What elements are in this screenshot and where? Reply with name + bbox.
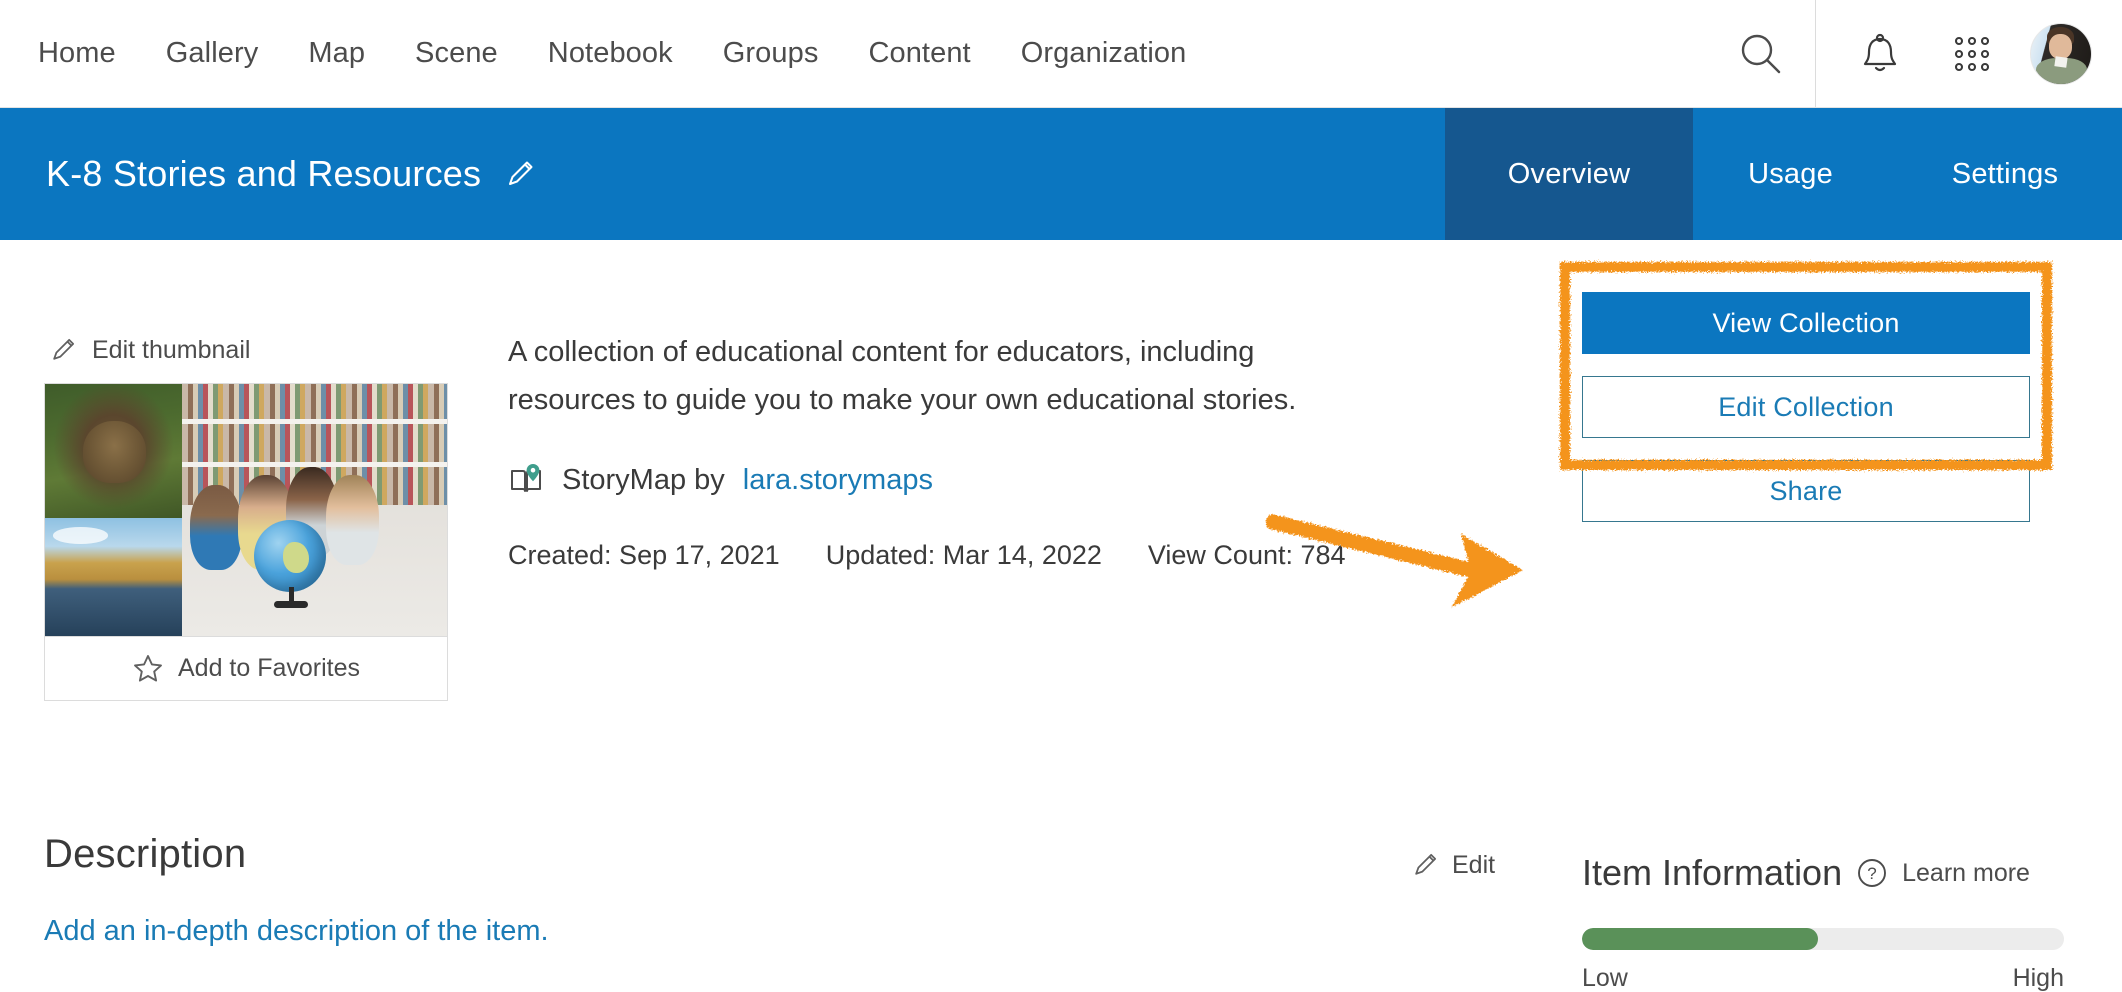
item-type-row: StoryMap by lara.storymaps <box>508 462 1388 498</box>
thumbnail-card: Add to Favorites <box>44 383 448 701</box>
item-header-bar: K-8 Stories and Resources Overview Usage… <box>0 108 2122 240</box>
pencil-icon <box>503 157 537 191</box>
item-overview-page: Home Gallery Map Scene Notebook Groups C… <box>0 0 2122 992</box>
item-summary-column: A collection of educational content for … <box>508 328 1388 571</box>
created-date: Created: Sep 17, 2021 <box>508 540 780 571</box>
nav-link-content[interactable]: Content <box>868 37 970 70</box>
thumbnail-column: Edit thumbnail <box>44 335 448 701</box>
nav-link-notebook[interactable]: Notebook <box>548 37 673 70</box>
item-summary-line-2: resources to guide you to make your own … <box>508 376 1388 424</box>
item-type-label: StoryMap by <box>562 464 725 497</box>
item-information-header: Item Information ? Learn more <box>1582 852 2072 894</box>
search-icon <box>1738 31 1784 77</box>
item-information-progress-fill <box>1582 928 1818 950</box>
edit-description-button[interactable]: Edit <box>1410 850 1495 880</box>
nav-divider <box>1815 0 1816 107</box>
apps-grid-icon <box>1950 32 1994 76</box>
star-icon <box>132 653 164 685</box>
item-owner-link[interactable]: lara.storymaps <box>743 464 933 497</box>
nav-link-home[interactable]: Home <box>38 37 116 70</box>
add-description-link[interactable]: Add an in-depth description of the item. <box>44 915 1444 948</box>
nav-link-groups[interactable]: Groups <box>723 37 819 70</box>
thumbnail-adult <box>363 450 435 571</box>
thumbnail-globe-stand <box>274 601 308 608</box>
avatar-collar <box>2054 56 2067 67</box>
item-actions: View Collection Edit Collection Share <box>1582 292 2030 522</box>
pencil-icon <box>48 335 78 365</box>
bell-icon <box>1859 32 1901 76</box>
tab-settings[interactable]: Settings <box>1888 108 2122 240</box>
svg-text:?: ? <box>1867 864 1876 883</box>
view-count: View Count: 784 <box>1148 540 1346 571</box>
thumbnail-child <box>190 485 242 571</box>
thumbnail-globe <box>254 520 326 592</box>
notifications-button[interactable] <box>1834 0 1926 107</box>
tab-usage[interactable]: Usage <box>1693 108 1888 240</box>
nav-right-tools <box>1715 0 2122 107</box>
primary-nav-links: Home Gallery Map Scene Notebook Groups C… <box>38 37 1186 70</box>
shelf-line <box>182 419 447 424</box>
updated-date: Updated: Mar 14, 2022 <box>826 540 1102 571</box>
search-button[interactable] <box>1715 0 1807 107</box>
edit-description-label: Edit <box>1452 851 1495 880</box>
item-title-group: K-8 Stories and Resources <box>46 108 537 240</box>
item-thumbnail-image[interactable] <box>45 384 447 636</box>
item-information-progress-track <box>1582 928 2064 950</box>
user-avatar[interactable] <box>2030 23 2092 85</box>
edit-thumbnail-label: Edit thumbnail <box>92 336 250 365</box>
item-summary-line-1: A collection of educational content for … <box>508 328 1388 376</box>
description-section: Description Add an in-depth description … <box>44 832 1444 948</box>
item-tabs: Overview Usage Settings <box>1445 108 2122 240</box>
avatar-face <box>2049 34 2072 59</box>
add-to-favorites-label: Add to Favorites <box>178 654 360 683</box>
thumbnail-bear-photo <box>45 384 182 518</box>
item-information-scale-labels: Low High <box>1582 964 2064 992</box>
item-information-panel: Item Information ? Learn more Low High <box>1582 852 2072 992</box>
tab-overview[interactable]: Overview <box>1445 108 1693 240</box>
view-collection-button[interactable]: View Collection <box>1582 292 2030 354</box>
top-navigation-bar: Home Gallery Map Scene Notebook Groups C… <box>0 0 2122 108</box>
scale-low-label: Low <box>1582 964 1628 992</box>
share-button[interactable]: Share <box>1582 460 2030 522</box>
edit-title-button[interactable] <box>503 157 537 191</box>
nav-link-organization[interactable]: Organization <box>1021 37 1187 70</box>
page-title: K-8 Stories and Resources <box>46 153 481 195</box>
storymap-book-icon <box>508 462 544 498</box>
thumbnail-landscape-photo <box>45 518 182 636</box>
overview-content: Edit thumbnail <box>0 240 2122 992</box>
nav-link-scene[interactable]: Scene <box>415 37 498 70</box>
question-circle-icon: ? <box>1856 857 1888 889</box>
item-meta-row: Created: Sep 17, 2021 Updated: Mar 14, 2… <box>508 540 1388 571</box>
nav-link-gallery[interactable]: Gallery <box>166 37 259 70</box>
edit-thumbnail-button[interactable]: Edit thumbnail <box>48 335 448 365</box>
apps-button[interactable] <box>1926 0 2018 107</box>
edit-collection-button[interactable]: Edit Collection <box>1582 376 2030 438</box>
description-heading: Description <box>44 832 1444 877</box>
add-to-favorites-button[interactable]: Add to Favorites <box>45 636 447 700</box>
scale-high-label: High <box>2013 964 2064 992</box>
nav-link-map[interactable]: Map <box>308 37 365 70</box>
item-information-title: Item Information <box>1582 852 1842 894</box>
pencil-icon <box>1410 850 1440 880</box>
learn-more-link[interactable]: Learn more <box>1902 859 2030 888</box>
